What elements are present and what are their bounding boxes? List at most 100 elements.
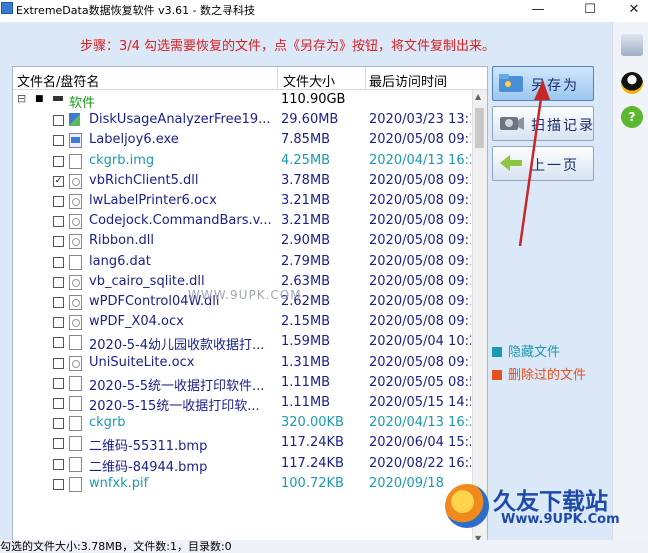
file-checkbox[interactable] xyxy=(53,337,64,349)
scan-record-label: 扫描记录 xyxy=(531,118,595,134)
file-row[interactable]: ckgrb.img 4.25MB 2020/04/13 16:2 xyxy=(13,151,471,171)
help-icon[interactable]: ? xyxy=(621,106,643,128)
app-file-icon xyxy=(69,113,80,127)
file-row[interactable]: 2020-5-4幼儿园收款收据打... 1.59MB 2020/05/04 10:2 xyxy=(13,332,471,353)
file-size: 117.24KB xyxy=(281,435,344,451)
file-row[interactable]: Codejock.CommandBars.v... 3.21MB 2020/05/0… xyxy=(13,211,471,231)
dll-file-icon xyxy=(69,234,82,250)
file-checkbox[interactable] xyxy=(53,458,64,470)
save-as-label: 另存为 xyxy=(531,78,579,94)
legend-hidden: 隐藏文件 xyxy=(492,341,560,360)
file-date: 2020/03/23 13:1 xyxy=(369,112,471,128)
file-row[interactable]: lang6.dat 2.79MB 2020/05/08 09:1 xyxy=(13,252,471,272)
column-divider[interactable] xyxy=(277,67,278,89)
gear-icon[interactable] xyxy=(621,34,643,56)
file-row[interactable]: 二维码-55311.bmp 117.24KB 2020/06/04 15:2 xyxy=(13,433,471,455)
exe-file-icon xyxy=(69,133,82,149)
file-checkbox[interactable] xyxy=(53,216,64,228)
file-name: lang6.dat xyxy=(89,253,151,269)
file-checkbox[interactable] xyxy=(53,135,64,147)
save-as-button[interactable]: 另存为 xyxy=(492,66,594,101)
file-row[interactable]: 2020-5-5统一收据打印软件... 1.11MB 2020/05/05 08:5 xyxy=(13,373,471,394)
file-size: 1.31MB xyxy=(281,354,331,370)
vertical-scrollbar[interactable]: ▲ ▼ xyxy=(472,90,487,545)
qq-icon[interactable] xyxy=(621,72,643,94)
file-checkbox[interactable] xyxy=(53,115,64,127)
file-checkbox[interactable] xyxy=(53,478,64,490)
file-row[interactable]: 二维码-84944.bmp 117.24KB 2020/08/22 16:2 xyxy=(13,454,471,475)
watermark-logo: 久友下载站 Www.9UPK.Com xyxy=(445,480,645,535)
file-checkbox[interactable] xyxy=(53,377,64,389)
legend-deleted-label: 删除过的文件 xyxy=(508,368,587,383)
file-checkbox[interactable] xyxy=(53,317,64,329)
file-date: 2020/05/08 09:1 xyxy=(369,213,471,229)
document-file-icon xyxy=(69,153,82,169)
column-size-header[interactable]: 文件大小 xyxy=(283,71,335,90)
file-date: 2020/05/08 09:1 xyxy=(369,354,471,370)
file-date: 2020/05/08 09:1 xyxy=(369,172,471,188)
document-file-icon xyxy=(69,375,82,391)
file-date: 2020/09/18 xyxy=(369,475,444,491)
file-checkbox[interactable] xyxy=(53,276,64,288)
file-row[interactable]: lwLabelPrinter6.ocx 3.21MB 2020/05/08 09:1 xyxy=(13,191,471,211)
file-checkbox[interactable] xyxy=(53,438,64,450)
dll-file-icon xyxy=(69,355,82,371)
tree-root-row[interactable]: ⊟ ■ 软件 110.90GB xyxy=(13,90,471,111)
file-checkbox[interactable] xyxy=(53,155,64,167)
file-row[interactable]: DiskUsageAnalyzerFree19... 29.60MB 2020/03… xyxy=(13,110,471,130)
file-name: DiskUsageAnalyzerFree19... xyxy=(89,112,271,128)
file-checkbox[interactable] xyxy=(53,357,64,369)
file-size: 29.60MB xyxy=(281,112,339,128)
file-date: 2020/08/22 16:2 xyxy=(369,455,471,471)
prev-page-label: 上一页 xyxy=(531,158,579,174)
maximize-button[interactable]: ☐ xyxy=(568,0,612,22)
document-file-icon xyxy=(69,416,82,432)
file-row[interactable]: wPDF_X04.ocx 2.15MB 2020/05/08 09:1 xyxy=(13,312,471,332)
file-row[interactable]: Labeljoy6.exe 7.85MB 2020/05/08 09:1 xyxy=(13,130,471,150)
column-divider[interactable] xyxy=(365,67,366,89)
main-panel: 步骤：3/4 勾选需要恢复的文件，点《另存为》按钮，将文件复制出来。 文件名/盘… xyxy=(0,22,612,546)
column-date-header[interactable]: 最后访问时间 xyxy=(369,71,447,90)
root-checkbox[interactable]: ■ xyxy=(35,94,44,104)
prev-page-button[interactable]: 上一页 xyxy=(492,146,594,181)
app-icon xyxy=(1,2,13,14)
file-row[interactable]: wnfxk.pif 100.72KB 2020/09/18 xyxy=(13,474,471,494)
minimize-button[interactable]: — xyxy=(516,0,560,22)
file-name: Codejock.CommandBars.v... xyxy=(89,213,272,229)
file-checkbox[interactable] xyxy=(53,297,64,308)
file-date: 2020/05/08 09:1 xyxy=(369,253,471,269)
file-checkbox[interactable] xyxy=(53,418,64,430)
file-row[interactable]: Ribbon.dll 2.90MB 2020/05/08 09:1 xyxy=(13,231,471,251)
file-date: 2020/04/13 16:2 xyxy=(369,415,471,431)
file-date: 2020/05/05 08:5 xyxy=(369,374,471,390)
scan-record-button[interactable]: 扫描记录 xyxy=(492,106,594,141)
file-name: 二维码-55311.bmp xyxy=(89,439,208,455)
file-size: 1.59MB xyxy=(281,334,331,350)
file-row[interactable]: ckgrb 320.00KB 2020/04/13 16:2 xyxy=(13,413,471,433)
file-size: 100.72KB xyxy=(281,475,344,491)
file-row[interactable]: ✓ vbRichClient5.dll 3.78MB 2020/05/08 09:1 xyxy=(13,171,471,191)
file-row[interactable]: UniSuiteLite.ocx 1.31MB 2020/05/08 09:1 xyxy=(13,353,471,373)
scrollbar-thumb[interactable] xyxy=(475,108,484,148)
dll-file-icon xyxy=(69,315,82,331)
scroll-up-icon[interactable]: ▲ xyxy=(475,92,481,101)
file-date: 2020/05/15 14:5 xyxy=(369,395,471,410)
dll-file-icon xyxy=(69,173,82,189)
document-file-icon xyxy=(69,476,82,492)
file-checkbox[interactable]: ✓ xyxy=(53,175,64,187)
file-checkbox[interactable] xyxy=(53,196,64,207)
tree-expander-icon[interactable]: ⊟ xyxy=(17,92,26,105)
watermark-brand: 久友下载站 xyxy=(493,489,608,515)
file-checkbox[interactable] xyxy=(53,398,64,409)
file-checkbox[interactable] xyxy=(53,256,64,268)
arrow-left-icon xyxy=(500,155,522,171)
document-file-icon xyxy=(69,436,82,452)
file-row[interactable]: 2020-5-15统一收据打印软... 1.11MB 2020/05/15 14:5 xyxy=(13,393,471,414)
file-checkbox[interactable] xyxy=(53,236,64,248)
column-name-header[interactable]: 文件名/盘符名 xyxy=(17,71,99,90)
file-size: 320.00KB xyxy=(281,415,344,431)
close-button[interactable]: ✕ xyxy=(612,0,648,22)
teal-swatch-icon xyxy=(492,347,502,357)
file-name: 二维码-84944.bmp xyxy=(89,459,208,475)
file-name: 2020-5-15统一收据打印软... xyxy=(89,399,260,414)
